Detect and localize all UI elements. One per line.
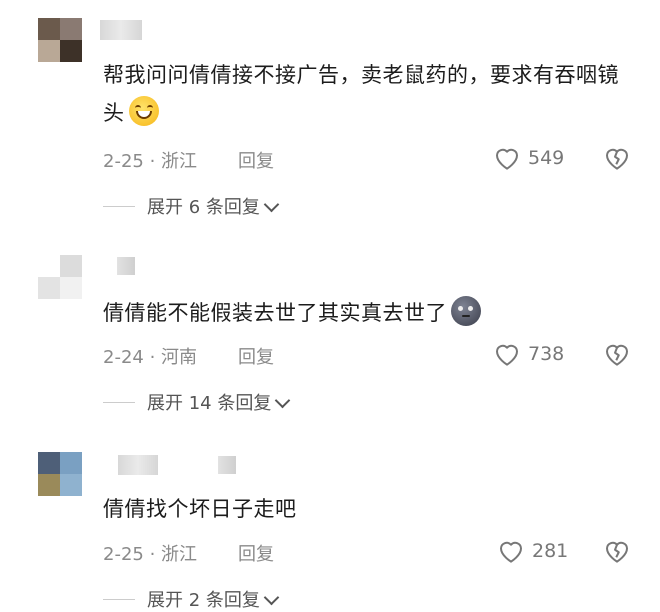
date-location: 2-25 · 浙江 [103,151,198,172]
expand-replies-button[interactable]: 展开 2 条回复 [103,586,280,612]
divider-line [103,205,135,207]
comment-text: 倩倩能不能假装去世了其实真去世了 [103,294,620,332]
like-button[interactable]: 738 [492,339,564,369]
comment-meta: 2-24 · 河南 回复 [103,343,274,369]
grinning-face-emoji [128,96,159,126]
chevron-down-icon [275,392,291,408]
comment-text: 帮我问问倩倩接不接广告，卖老鼠药的，要求有吞咽镜头 [103,63,619,126]
avatar[interactable] [38,255,82,299]
like-count: 281 [532,540,569,562]
username[interactable] [100,20,142,40]
expand-replies-label: 展开 14 条回复 [147,393,272,414]
dislike-button[interactable] [602,143,632,177]
like-count: 549 [528,147,565,169]
broken-heart-icon [606,541,628,563]
username-suffix [218,456,236,474]
like-button[interactable]: 549 [492,143,564,173]
expand-replies-label: 展开 6 条回复 [147,197,260,218]
expand-replies-button[interactable]: 展开 14 条回复 [103,389,291,415]
avatar[interactable] [38,452,82,496]
divider-line [103,598,135,600]
heart-outline-icon [496,344,518,366]
like-count: 738 [528,343,565,365]
date-location: 2-25 · 浙江 [103,544,198,565]
divider-line [103,401,135,403]
dislike-button[interactable] [602,339,632,373]
username[interactable] [117,257,135,275]
comment-meta: 2-25 · 浙江 回复 [103,147,274,173]
broken-heart-icon [606,344,628,366]
expand-replies-label: 展开 2 条回复 [147,590,260,611]
dislike-button[interactable] [602,536,632,570]
reply-button[interactable]: 回复 [238,540,274,566]
expand-replies-button[interactable]: 展开 6 条回复 [103,193,280,219]
comment-meta: 2-25 · 浙江 回复 [103,540,274,566]
heart-outline-icon [500,541,522,563]
like-button[interactable]: 281 [496,536,568,566]
username[interactable] [118,455,158,475]
chevron-down-icon [263,589,280,605]
date-location: 2-24 · 河南 [103,347,198,368]
broken-heart-icon [606,148,628,170]
comment-text: 倩倩找个坏日子走吧 [103,497,297,521]
chevron-down-icon [263,196,280,212]
heart-outline-icon [496,148,518,170]
reply-button[interactable]: 回复 [238,147,274,173]
avatar[interactable] [38,18,82,62]
new-moon-face-emoji [451,296,481,326]
reply-button[interactable]: 回复 [238,343,274,369]
